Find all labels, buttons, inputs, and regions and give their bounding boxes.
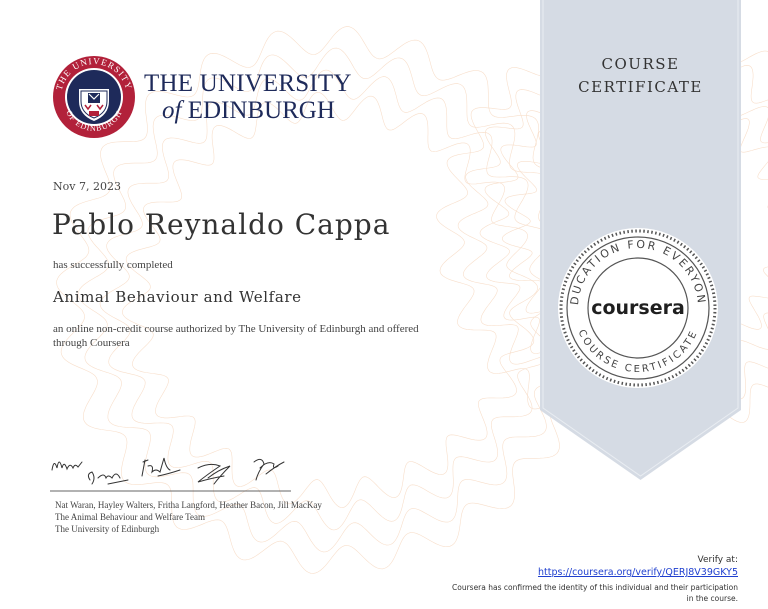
badge-logo-text: coursera bbox=[591, 297, 685, 319]
course-description: an online non-credit course authorized b… bbox=[53, 323, 419, 349]
signatory-team: The Animal Behaviour and Welfare Team bbox=[55, 512, 206, 522]
identity-confirmation-text: Coursera has confirmed the identity of t… bbox=[452, 583, 738, 603]
course-certificate-title: COURSE CERTIFICATE bbox=[540, 53, 741, 99]
university-seal-icon: THE UNIVERSITY OF EDINBURGH bbox=[53, 56, 135, 138]
university-name-line1: THE UNIVERSITY bbox=[144, 70, 352, 97]
recipient-name: Pablo Reynaldo Cappa bbox=[52, 208, 391, 241]
course-certificate-line2: CERTIFICATE bbox=[578, 78, 703, 96]
coursera-badge-icon: EDUCATION FOR EVERYONE COURSE CERTIFICAT… bbox=[553, 223, 718, 388]
university-name-line2: of EDINBURGH bbox=[162, 97, 335, 125]
university-logo: THE UNIVERSITY OF EDINBURGH THE UNIVERSI… bbox=[52, 55, 351, 140]
signatory-names: Nat Waran, Hayley Walters, Fritha Langfo… bbox=[55, 500, 322, 510]
signatures-image bbox=[50, 457, 291, 492]
course-name: Animal Behaviour and Welfare bbox=[53, 288, 302, 306]
university-name-of: of bbox=[162, 97, 182, 124]
completed-text: has successfully completed bbox=[53, 259, 173, 271]
signatories-block: Nat Waran, Hayley Walters, Fritha Langfo… bbox=[55, 499, 322, 535]
university-name-edinburgh: EDINBURGH bbox=[187, 97, 335, 124]
verify-label: Verify at: bbox=[697, 555, 738, 565]
course-certificate-line1: COURSE bbox=[601, 55, 680, 73]
certificate-date: Nov 7, 2023 bbox=[53, 180, 121, 193]
signatory-institution: The University of Edinburgh bbox=[55, 524, 160, 534]
verify-link[interactable]: https://coursera.org/verify/QERJ8V39GKY5 bbox=[538, 567, 738, 578]
